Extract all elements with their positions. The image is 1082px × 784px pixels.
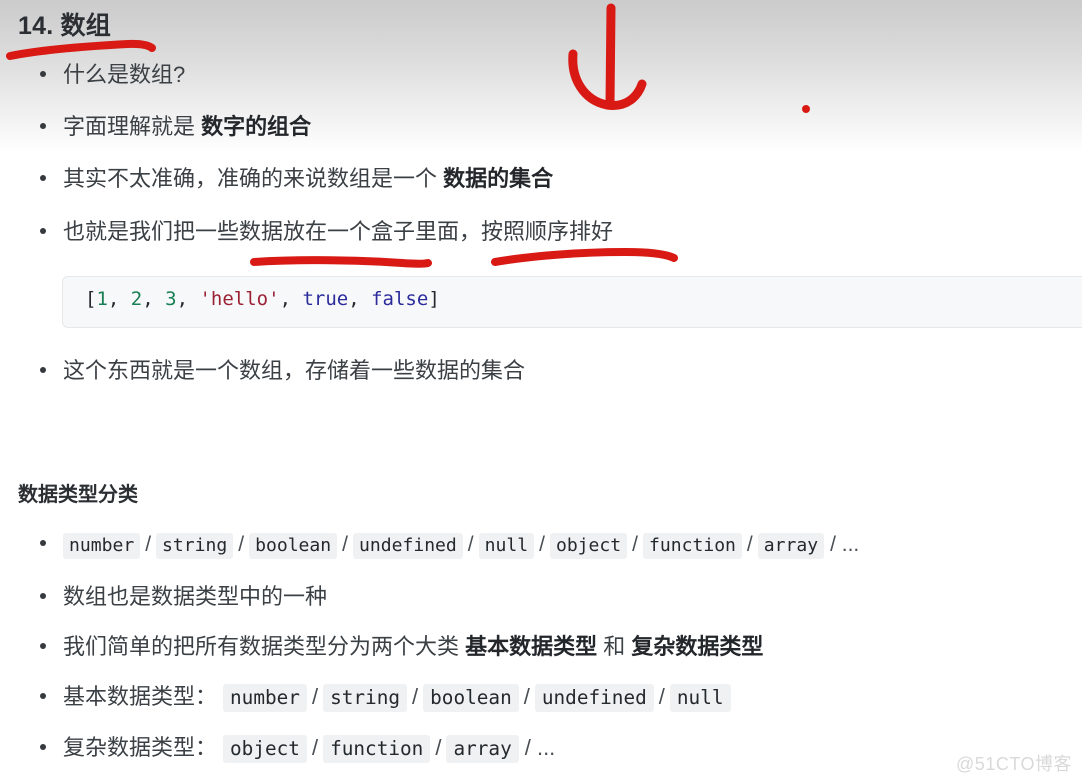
list-item-complex-types: 复杂数据类型： object / function / array / ... (40, 735, 556, 763)
code-block: [1, 2, 3, 'hello', true, false] (62, 276, 1082, 328)
bullet-dot-icon (40, 593, 46, 599)
list-item-emphasis-complex: 复杂数据类型 (631, 634, 764, 659)
code-token-number-2: 2 (130, 288, 143, 310)
chip-null: null (478, 533, 535, 559)
section-heading: 数据类型分类 (18, 484, 138, 506)
code-token-number-1: 1 (96, 288, 108, 310)
bullet-dot-icon (40, 228, 46, 234)
chip-object: object (223, 735, 307, 763)
list-item-label: 我们简单的把所有数据类型分为两个大类 基本数据类型 和 复杂数据类型 (63, 634, 763, 660)
code-token-comma: , (107, 288, 131, 310)
list-item: 这个东西就是一个数组，存储着一些数据的集合 (40, 358, 525, 384)
bullet-dot-icon (40, 175, 46, 181)
code-block-content: [1, 2, 3, 'hello', true, false] (63, 277, 1082, 310)
list-item-label: 数组也是数据类型中的一种 (63, 584, 328, 609)
chip-separator: / (311, 684, 319, 709)
code-token-false: false (371, 288, 429, 310)
chip-number: number (223, 684, 307, 712)
list-item-label: 什么是数组? (63, 62, 186, 87)
list-item: 什么是数组? (40, 62, 185, 88)
list-item-label: 基本数据类型： number / string / boolean / undefined / n… (63, 684, 731, 712)
code-token-comma: , (142, 288, 166, 310)
list-item-text: 字面理解就是 (63, 114, 202, 139)
chip-object: object (549, 533, 628, 559)
code-token-bracket-open: [ (85, 288, 97, 310)
chip-undefined: undefined (534, 684, 654, 712)
code-token-string: 'hello' (199, 288, 280, 310)
list-item-primitive-types: 基本数据类型： number / string / boolean / undefined / n… (40, 684, 731, 712)
code-token-comma: , (348, 288, 372, 310)
bullet-dot-icon (40, 693, 46, 699)
list-item: 数组也是数据类型中的一种 (40, 584, 327, 610)
chip-trailing-ellipsis: / ... (830, 533, 860, 556)
chip-string: string (156, 533, 234, 559)
chip-separator: / (467, 533, 474, 556)
bullet-dot-icon (40, 643, 46, 649)
chip-separator: / (412, 684, 419, 709)
list-item-label: number / string / boolean / undefined / null / obj… (63, 532, 860, 559)
code-token-comma: , (279, 288, 303, 310)
bullet-dot-icon (40, 540, 46, 546)
chip-boolean: boolean (249, 533, 338, 559)
chip-separator: / (539, 533, 545, 556)
bullet-dot-icon (40, 367, 46, 373)
code-token-number-3: 3 (165, 288, 177, 310)
page-title: 14. 数组 (18, 12, 111, 40)
list-item-emphasis-primitive: 基本数据类型 (465, 634, 598, 659)
chip-separator: / (658, 684, 665, 709)
chip-array: array (446, 735, 519, 763)
list-item-all-types: number / string / boolean / undefined / null / obj… (40, 532, 860, 559)
list-item-label: 字面理解就是 数字的组合 (63, 114, 311, 140)
bullet-dot-icon (40, 744, 46, 750)
chip-null: null (669, 684, 731, 712)
list-item-label: 这个东西就是一个数组，存储着一些数据的集合 (63, 358, 526, 383)
code-token-bracket-close: ] (428, 288, 440, 310)
list-item-label: 也就是我们把一些数据放在一个盒子里面，按照顺序排好 (63, 219, 614, 244)
chip-separator: / (746, 533, 753, 556)
complex-types-label: 复杂数据类型： (63, 735, 218, 760)
chip-undefined: undefined (353, 533, 463, 559)
chip-function: function (643, 533, 742, 559)
list-item-text: 其实不太准确，准确的来说数组是一个 (63, 166, 444, 191)
chip-separator: / (238, 533, 245, 556)
list-item: 也就是我们把一些数据放在一个盒子里面，按照顺序排好 (40, 219, 613, 245)
primitive-types-label: 基本数据类型： (63, 684, 218, 709)
chip-array: array (757, 533, 825, 559)
watermark: @51CTO博客 (956, 754, 1072, 774)
list-item-label: 复杂数据类型： object / function / array / ... (63, 735, 556, 763)
chip-separator: / (311, 735, 319, 760)
chip-separator: / (523, 684, 530, 709)
chip-boolean: boolean (423, 684, 519, 712)
bullet-dot-icon (40, 123, 46, 129)
code-token-comma: , (176, 288, 200, 310)
list-item-two-categories: 我们简单的把所有数据类型分为两个大类 基本数据类型 和 复杂数据类型 (40, 634, 763, 660)
chip-separator: / (632, 533, 638, 556)
list-item-conjunction: 和 (597, 634, 632, 659)
chip-number: number (63, 533, 141, 559)
list-item: 字面理解就是 数字的组合 (40, 114, 311, 140)
code-token-true: true (302, 288, 349, 310)
list-item-emphasis: 数字的组合 (201, 114, 312, 139)
list-item-text: 我们简单的把所有数据类型分为两个大类 (63, 634, 466, 659)
list-item: 其实不太准确，准确的来说数组是一个 数据的集合 (40, 166, 553, 192)
chip-separator: / (342, 533, 348, 556)
chip-trailing-ellipsis: / ... (524, 735, 556, 760)
list-item-emphasis: 数据的集合 (443, 166, 554, 191)
chip-function: function (323, 735, 431, 763)
chip-separator: / (435, 735, 442, 760)
chip-separator: / (145, 533, 152, 556)
document-page: 14. 数组 什么是数组? 字面理解就是 数字的组合 其实不太准确，准确的来说数… (0, 0, 1082, 784)
bullet-dot-icon (40, 71, 46, 77)
list-item-label: 其实不太准确，准确的来说数组是一个 数据的集合 (63, 166, 553, 192)
chip-string: string (323, 684, 408, 712)
